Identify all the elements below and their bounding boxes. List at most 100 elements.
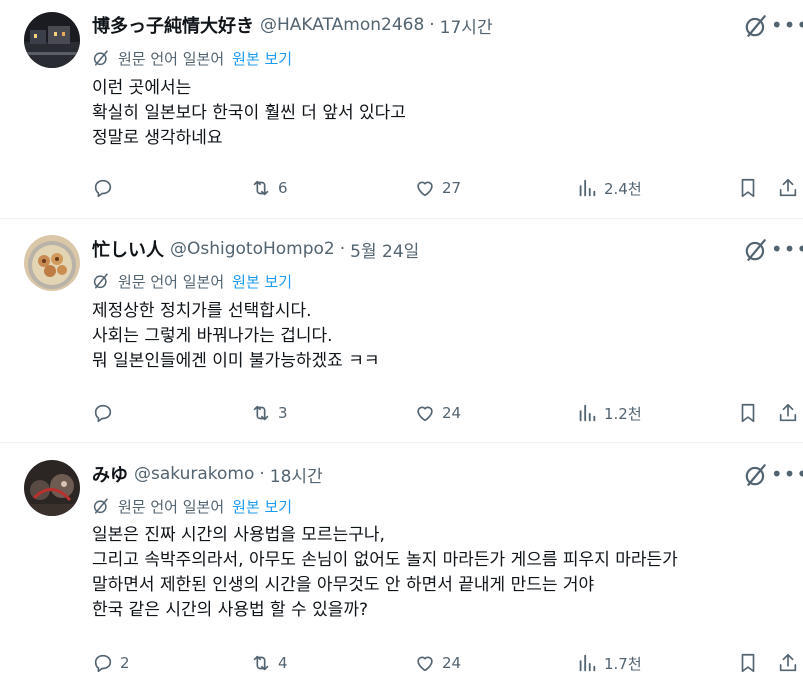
tweet-text-line: 일본은 진짜 시간의 사용법을 모르는구나, bbox=[92, 525, 385, 545]
retweet-icon bbox=[253, 655, 269, 671]
show-original-link[interactable]: 원본 보기 bbox=[232, 48, 292, 69]
retweet-icon bbox=[253, 405, 269, 421]
bookmark-button[interactable] bbox=[737, 651, 759, 675]
views-icon bbox=[579, 404, 596, 422]
share-icon bbox=[779, 403, 797, 422]
bookmark-icon bbox=[741, 403, 755, 423]
like-icon bbox=[417, 406, 433, 422]
tweet-header: 忙しい人 @OshigotoHompo2 · 5월 24일 bbox=[92, 236, 419, 262]
like-button[interactable]: 24 bbox=[414, 401, 461, 425]
timestamp[interactable]: 17시간 bbox=[440, 13, 493, 38]
tweet-header: みゆ @sakurakomo · 18시간 bbox=[92, 461, 323, 487]
grok-icon[interactable] bbox=[743, 462, 769, 488]
bookmark-icon bbox=[741, 653, 755, 673]
bookmark-icon bbox=[741, 178, 755, 198]
avatar-image bbox=[24, 12, 80, 68]
separator: · bbox=[429, 15, 435, 35]
tweet-text-line: 뭐 일본인들에겐 이미 불가능하겠죠 ㅋㅋ bbox=[92, 351, 380, 371]
tweet-text-line: 한국 같은 시간의 사용법 할 수 있을까? bbox=[92, 600, 369, 620]
action-bar: 2 4 24 1.7천 bbox=[92, 651, 803, 675]
separator: · bbox=[339, 239, 346, 259]
reply-icon bbox=[94, 404, 112, 423]
reply-button[interactable] bbox=[92, 401, 120, 425]
display-name[interactable]: 博多っ子純情大好き bbox=[92, 12, 254, 38]
grok-icon[interactable] bbox=[743, 13, 769, 39]
tweet-text-line: 그리고 속박주의라서, 아무도 손님이 없어도 놀지 마라든가 게으름 피우지 … bbox=[92, 550, 678, 570]
reply-icon bbox=[94, 179, 112, 198]
avatar[interactable] bbox=[24, 460, 80, 516]
tweet-3[interactable]: みゆ @sakurakomo · 18시간 ••• 원문 언어 일본어 원본 보… bbox=[0, 443, 803, 692]
views-icon bbox=[579, 179, 596, 197]
views-icon bbox=[579, 654, 596, 672]
translation-notice: 원문 언어 일본어 원본 보기 bbox=[92, 495, 292, 517]
like-icon bbox=[417, 181, 433, 197]
tweet-text: 일본은 진짜 시간의 사용법을 모르는구나, 그리고 속박주의라서, 아무도 손… bbox=[92, 523, 678, 623]
like-count: 24 bbox=[442, 404, 462, 422]
display-name[interactable]: みゆ bbox=[92, 461, 128, 487]
views-button[interactable]: 1.7천 bbox=[576, 651, 642, 675]
bookmark-button[interactable] bbox=[737, 401, 759, 425]
reply-count: 2 bbox=[120, 654, 130, 672]
retweet-button[interactable]: 3 bbox=[250, 401, 288, 425]
tweet-text-line: 사회는 그렇게 바꿔나가는 겁니다. bbox=[92, 326, 333, 346]
like-button[interactable]: 24 bbox=[414, 651, 461, 675]
retweet-count: 3 bbox=[278, 404, 288, 422]
user-handle[interactable]: @sakurakomo bbox=[134, 464, 254, 484]
tweet-text-line: 말하면서 제한된 인생의 시간을 아무것도 안 하면서 끝내게 만드는 거야 bbox=[92, 575, 595, 595]
display-name[interactable]: 忙しい人 bbox=[92, 236, 164, 262]
translation-notice: 원문 언어 일본어 원본 보기 bbox=[92, 270, 292, 292]
show-original-link[interactable]: 원본 보기 bbox=[232, 496, 292, 517]
view-count: 1.7천 bbox=[604, 654, 642, 673]
more-icon[interactable]: ••• bbox=[771, 12, 803, 38]
more-icon[interactable]: ••• bbox=[771, 236, 803, 262]
share-icon bbox=[779, 178, 797, 197]
more-icon[interactable]: ••• bbox=[771, 461, 803, 487]
translation-notice: 원문 언어 일본어 원본 보기 bbox=[92, 47, 292, 69]
retweet-button[interactable]: 4 bbox=[250, 651, 288, 675]
tweet-text-line: 정말로 생각하네요 bbox=[92, 128, 223, 148]
like-count: 27 bbox=[442, 179, 462, 197]
retweet-button[interactable]: 6 bbox=[250, 176, 288, 200]
translation-label: 원문 언어 일본어 bbox=[118, 497, 225, 516]
views-button[interactable]: 2.4천 bbox=[576, 176, 642, 200]
share-icon bbox=[779, 653, 797, 672]
translate-icon bbox=[93, 50, 108, 66]
timestamp[interactable]: 5월 24일 bbox=[350, 237, 419, 262]
action-bar: 6 27 2.4천 bbox=[92, 176, 803, 200]
translate-icon bbox=[93, 273, 108, 289]
translation-label: 원문 언어 일본어 bbox=[118, 49, 225, 68]
retweet-count: 6 bbox=[278, 179, 288, 197]
tweet-text: 제정상한 정치가를 선택합시다. 사회는 그렇게 바꿔나가는 겁니다. 뭐 일본… bbox=[92, 299, 380, 374]
avatar[interactable] bbox=[24, 235, 80, 291]
grok-icon[interactable] bbox=[743, 237, 769, 263]
tweet-text-line: 확실히 일본보다 한국이 훨씬 더 앞서 있다고 bbox=[92, 103, 406, 123]
tweet-header: 博多っ子純情大好き @HAKATAmon2468 · 17시간 bbox=[92, 12, 493, 38]
like-button[interactable]: 27 bbox=[414, 176, 461, 200]
reply-button[interactable]: 2 bbox=[92, 651, 130, 675]
reply-icon bbox=[94, 654, 112, 673]
tweet-text-line: 제정상한 정치가를 선택합시다. bbox=[92, 301, 312, 321]
like-count: 24 bbox=[442, 654, 462, 672]
view-count: 1.2천 bbox=[604, 404, 642, 423]
bookmark-button[interactable] bbox=[737, 176, 759, 200]
tweet-text: 이런 곳에서는 확실히 일본보다 한국이 훨씬 더 앞서 있다고 정말로 생각하… bbox=[92, 76, 406, 151]
share-button[interactable] bbox=[777, 401, 799, 425]
reply-button[interactable] bbox=[92, 176, 120, 200]
views-button[interactable]: 1.2천 bbox=[576, 401, 642, 425]
timestamp[interactable]: 18시간 bbox=[270, 462, 323, 487]
tweet-2[interactable]: 忙しい人 @OshigotoHompo2 · 5월 24일 ••• 원문 언어 … bbox=[0, 219, 803, 442]
avatar-image bbox=[24, 235, 80, 291]
share-button[interactable] bbox=[777, 651, 799, 675]
user-handle[interactable]: @OshigotoHompo2 bbox=[170, 239, 335, 259]
user-handle[interactable]: @HAKATAmon2468 bbox=[260, 15, 424, 35]
view-count: 2.4천 bbox=[604, 179, 642, 198]
avatar[interactable] bbox=[24, 12, 80, 68]
separator: · bbox=[259, 464, 265, 484]
like-icon bbox=[417, 656, 433, 672]
avatar-image bbox=[24, 460, 80, 516]
show-original-link[interactable]: 원본 보기 bbox=[232, 271, 292, 292]
tweet-1[interactable]: 博多っ子純情大好き @HAKATAmon2468 · 17시간 ••• 원문 언… bbox=[0, 0, 803, 218]
share-button[interactable] bbox=[777, 176, 799, 200]
retweet-icon bbox=[253, 180, 269, 196]
translate-icon bbox=[93, 498, 108, 514]
